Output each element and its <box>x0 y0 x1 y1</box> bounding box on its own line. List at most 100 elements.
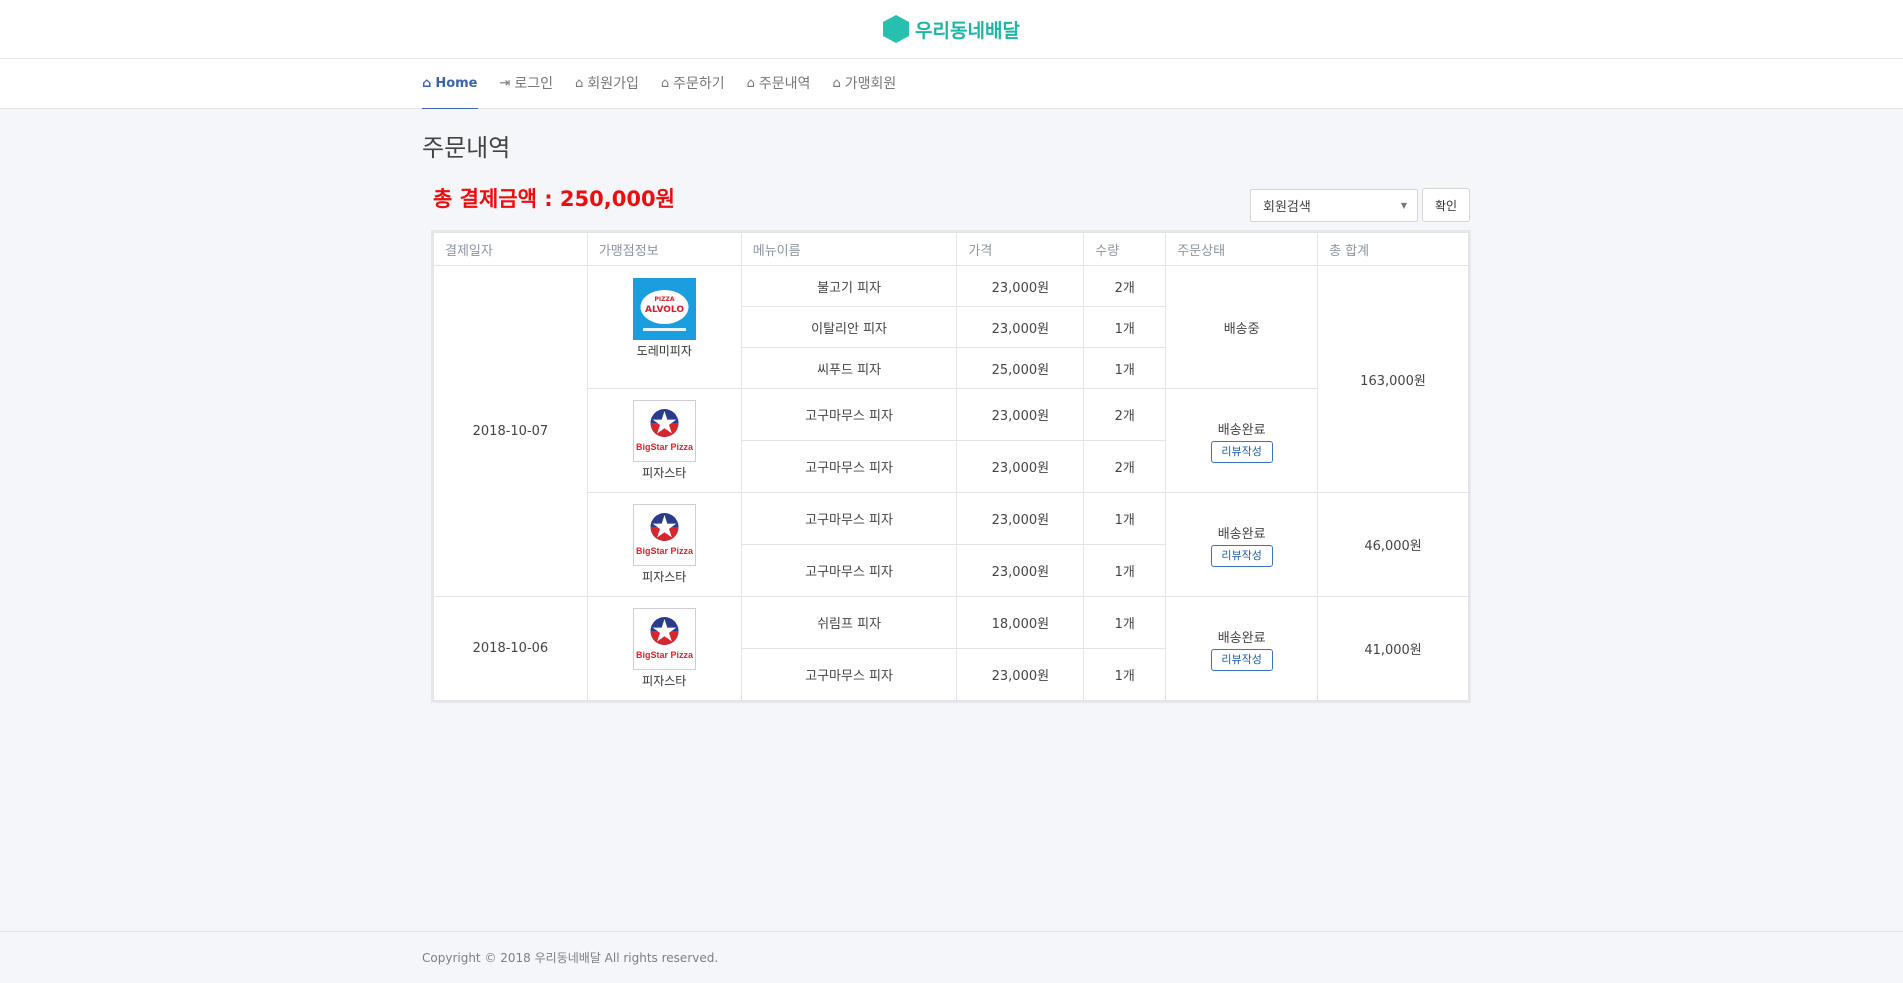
nav-item-home[interactable]: ⌂ Home <box>422 59 478 109</box>
order-status: 배송완료 <box>1217 630 1266 646</box>
nav-label: Home <box>435 76 478 91</box>
menu-name: 씨푸드 피자 <box>740 347 958 389</box>
order-total: 46,000원 <box>1317 492 1469 597</box>
header-qty: 수량 <box>1083 232 1167 266</box>
nav-menu: ⌂ Home ⇥ 로그인 ⌂ 회원가입 ⌂ 주문하기 ⌂ 주문내역 ⌂ 가맹회원 <box>422 59 918 109</box>
nav-item-signup[interactable]: ⌂ 회원가입 <box>575 59 639 109</box>
item-qty: 1개 <box>1083 306 1167 348</box>
order-total: 41,000원 <box>1317 596 1469 701</box>
brand-logo[interactable]: 우리동네배달 <box>883 15 1020 43</box>
nav-label: 가맹회원 <box>844 76 897 92</box>
nav-item-login[interactable]: ⇥ 로그인 <box>500 59 554 109</box>
order-status-cell: 배송완료 리뷰작성 <box>1165 388 1319 493</box>
menu-name: 쉬림프 피자 <box>740 596 958 649</box>
header-store: 가맹점정보 <box>586 232 742 266</box>
table-row: BigStar Pizza 피자스타 고구마무스 피자 23,000원 2개 배… <box>434 388 1469 493</box>
item-qty: 1개 <box>1083 544 1167 597</box>
menu-name: 이탈리안 피자 <box>740 306 958 348</box>
logo-text: ALVOLO <box>645 305 684 315</box>
menu-name: 고구마무스 피자 <box>740 544 958 597</box>
main-navbar: ⌂ Home ⇥ 로그인 ⌂ 회원가입 ⌂ 주문하기 ⌂ 주문내역 ⌂ 가맹회원 <box>0 59 1903 109</box>
item-qty: 1개 <box>1083 596 1167 649</box>
item-price: 23,000원 <box>956 388 1085 441</box>
write-review-button[interactable]: 리뷰작성 <box>1210 648 1273 671</box>
menu-name: 고구마무스 피자 <box>740 388 958 441</box>
store-info-cell: BigStar Pizza 피자스타 <box>586 388 742 493</box>
nav-label: 주문하기 <box>673 76 725 92</box>
page-footer: Copyright © 2018 우리동네배달 All rights reser… <box>0 931 1903 983</box>
item-price: 23,000원 <box>956 306 1085 348</box>
bigstar-pizza-logo: BigStar Pizza <box>632 504 696 566</box>
home-icon: ⌂ <box>746 75 755 91</box>
order-date-cell: 2018-10-07 <box>433 265 588 597</box>
menu-name: 불고기 피자 <box>740 265 958 307</box>
item-price: 18,000원 <box>956 596 1085 649</box>
order-status: 배송완료 <box>1217 422 1266 438</box>
header-total: 총 합계 <box>1317 232 1469 266</box>
table-row: 2018-10-06 BigStar Pizza 피자스타 쉬림프 피자 18,… <box>433 596 1469 701</box>
header-date: 결제일자 <box>433 232 588 266</box>
store-info-cell: BigStar Pizza 피자스타 <box>586 596 742 701</box>
store-name: 피자스타 <box>642 570 687 584</box>
item-qty: 1개 <box>1083 492 1167 545</box>
menu-name: 고구마무스 피자 <box>740 648 958 701</box>
item-price: 23,000원 <box>956 265 1085 307</box>
table-row: 2018-10-07 PIZZA ALVOLO 도레미피자 불고기 피자 23,… <box>433 265 1469 597</box>
item-price: 23,000원 <box>956 544 1085 597</box>
store-info-cell: PIZZA ALVOLO 도레미피자 <box>586 265 742 389</box>
brand-name: 우리동네배달 <box>915 19 1020 42</box>
item-qty: 2개 <box>1083 440 1167 493</box>
nav-label: 주문내역 <box>758 76 811 92</box>
page-title: 주문내역 <box>422 134 511 162</box>
order-total: 163,000원 <box>1317 265 1469 493</box>
logo-text: BigStar Pizza <box>636 546 694 556</box>
order-status: 배송중 <box>1165 265 1319 389</box>
logo-text: BigStar Pizza <box>636 650 694 660</box>
nav-label: 회원가입 <box>587 76 639 92</box>
item-price: 25,000원 <box>956 347 1085 389</box>
logo-text: BigStar Pizza <box>636 442 694 452</box>
store-info-cell: BigStar Pizza 피자스타 <box>586 492 742 597</box>
write-review-button[interactable]: 리뷰작성 <box>1210 440 1273 463</box>
top-header: 우리동네배달 <box>0 0 1903 59</box>
store-name: 피자스타 <box>642 674 687 688</box>
nav-item-order-history[interactable]: ⌂ 주문내역 <box>747 59 811 109</box>
nav-label: 로그인 <box>514 76 554 92</box>
login-icon: ⇥ <box>499 75 511 91</box>
home-icon: ⌂ <box>575 75 584 91</box>
home-icon: ⌂ <box>660 75 670 91</box>
table-header-row: 결제일자 가맹점정보 메뉴이름 가격 수량 주문상태 총 합계 <box>433 232 1469 266</box>
orders-table: 결제일자 가맹점정보 메뉴이름 가격 수량 주문상태 총 합계 2018-10-… <box>431 230 1471 703</box>
store-name: 도레미피자 <box>636 344 692 358</box>
bigstar-pizza-logo: BigStar Pizza <box>632 608 696 670</box>
item-price: 23,000원 <box>956 440 1085 493</box>
item-qty: 1개 <box>1083 648 1167 701</box>
store-name: 피자스타 <box>642 466 687 480</box>
order-date-cell: 2018-10-06 <box>433 596 588 701</box>
nav-item-franchise[interactable]: ⌂ 가맹회원 <box>832 59 896 109</box>
search-selected-value: 회원검색 <box>1263 200 1311 215</box>
item-qty: 2개 <box>1083 388 1167 441</box>
order-status: 배송완료 <box>1217 526 1266 542</box>
item-price: 23,000원 <box>956 648 1085 701</box>
menu-name: 고구마무스 피자 <box>740 492 958 545</box>
menu-name: 고구마무스 피자 <box>740 440 958 493</box>
order-status-cell: 배송완료 리뷰작성 <box>1165 596 1319 701</box>
nav-item-order[interactable]: ⌂ 주문하기 <box>661 59 725 109</box>
hexagon-logo-icon <box>883 15 910 43</box>
member-search-select[interactable]: 회원검색 ▼ <box>1250 189 1418 222</box>
total-payment: 총 결제금액 : 250,000원 <box>433 187 675 211</box>
copyright-text: Copyright © 2018 우리동네배달 All rights reser… <box>422 951 719 965</box>
header-price: 가격 <box>956 232 1085 266</box>
bigstar-pizza-logo: BigStar Pizza <box>632 400 696 462</box>
table-row: BigStar Pizza 피자스타 고구마무스 피자 23,000원 1개 배… <box>434 492 1469 597</box>
home-icon: ⌂ <box>832 75 841 91</box>
order-status-cell: 배송완료 리뷰작성 <box>1165 492 1319 597</box>
confirm-button[interactable]: 확인 <box>1422 188 1470 222</box>
item-price: 23,000원 <box>956 492 1085 545</box>
chevron-down-icon: ▼ <box>1400 201 1407 210</box>
header-menu: 메뉴이름 <box>740 232 958 266</box>
alvolo-pizza-logo: PIZZA ALVOLO <box>632 278 696 340</box>
item-qty: 1개 <box>1083 347 1167 389</box>
write-review-button[interactable]: 리뷰작성 <box>1210 544 1273 567</box>
